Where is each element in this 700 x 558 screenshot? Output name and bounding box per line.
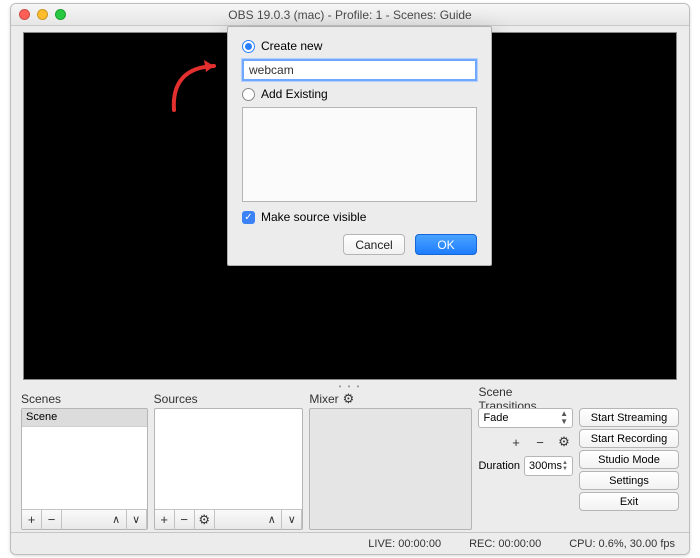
duration-input[interactable]: 300ms ▲▼ [524, 456, 573, 476]
transition-select[interactable]: Fade ▲▼ [478, 408, 573, 428]
source-up-button[interactable]: ∧ [262, 510, 282, 530]
docks: Scenes Scene + − ∧ ∨ Sources + − ⚙ [21, 390, 679, 530]
source-settings-button[interactable]: ⚙ [195, 510, 215, 530]
cancel-button[interactable]: Cancel [343, 234, 405, 255]
ok-button[interactable]: OK [415, 234, 477, 255]
window-title: OBS 19.0.3 (mac) - Profile: 1 - Scenes: … [228, 8, 471, 22]
transition-selected: Fade [483, 412, 508, 424]
mixer-label: Mixer ⚙ [309, 390, 472, 408]
sources-panel: Sources + − ⚙ ∧ ∨ [154, 390, 304, 530]
exit-button[interactable]: Exit [579, 492, 679, 511]
scenes-panel: Scenes Scene + − ∧ ∨ [21, 390, 148, 530]
sources-list[interactable]: + − ⚙ ∧ ∨ [154, 408, 304, 530]
add-transition-button[interactable]: + [507, 434, 525, 450]
add-scene-button[interactable]: + [22, 510, 42, 530]
scene-item[interactable]: Scene [22, 409, 147, 427]
titlebar: OBS 19.0.3 (mac) - Profile: 1 - Scenes: … [11, 4, 689, 26]
scenes-list[interactable]: Scene + − ∧ ∨ [21, 408, 148, 530]
radio-off-icon[interactable] [242, 88, 255, 101]
select-stepper-icon: ▲▼ [560, 410, 568, 426]
mixer-gear-icon[interactable]: ⚙ [343, 391, 355, 407]
create-new-label: Create new [261, 39, 322, 53]
zoom-icon[interactable] [55, 9, 66, 20]
app-window: OBS 19.0.3 (mac) - Profile: 1 - Scenes: … [10, 3, 690, 555]
statusbar: LIVE: 00:00:00 REC: 00:00:00 CPU: 0.6%, … [11, 532, 689, 554]
existing-sources-list[interactable] [242, 107, 477, 202]
transitions-panel: Scene Transitions Fade ▲▼ + − ⚙ Duration [478, 390, 573, 530]
close-icon[interactable] [19, 9, 30, 20]
scene-up-button[interactable]: ∧ [107, 510, 127, 530]
scenes-toolbar: + − ∧ ∨ [22, 509, 147, 529]
duration-stepper-icon[interactable]: ▲▼ [562, 460, 568, 472]
controls-panel: Start Streaming Start Recording Studio M… [579, 390, 679, 530]
remove-scene-button[interactable]: − [42, 510, 62, 530]
create-new-option[interactable]: Create new [242, 39, 477, 53]
mixer-panel: Mixer ⚙ [309, 390, 472, 530]
checkbox-on-icon[interactable]: ✓ [242, 211, 255, 224]
source-down-button[interactable]: ∨ [282, 510, 302, 530]
radio-on-icon[interactable] [242, 40, 255, 53]
make-visible-option[interactable]: ✓ Make source visible [242, 210, 477, 224]
mixer-box [309, 408, 472, 530]
scenes-label: Scenes [21, 390, 148, 408]
duration-value: 300ms [529, 460, 562, 472]
source-name-input[interactable] [242, 59, 477, 81]
duration-label: Duration [478, 460, 520, 472]
scene-down-button[interactable]: ∨ [127, 510, 147, 530]
status-live: LIVE: 00:00:00 [354, 538, 455, 550]
transitions-label: Scene Transitions [478, 390, 573, 408]
remove-transition-button[interactable]: − [531, 434, 549, 450]
sources-toolbar: + − ⚙ ∧ ∨ [155, 509, 303, 529]
remove-source-button[interactable]: − [175, 510, 195, 530]
add-existing-label: Add Existing [261, 87, 328, 101]
status-rec: REC: 00:00:00 [455, 538, 555, 550]
transition-settings-button[interactable]: ⚙ [555, 434, 573, 450]
add-source-dialog: Create new Add Existing ✓ Make source vi… [227, 26, 492, 266]
settings-button[interactable]: Settings [579, 471, 679, 490]
start-recording-button[interactable]: Start Recording [579, 429, 679, 448]
start-streaming-button[interactable]: Start Streaming [579, 408, 679, 427]
add-existing-option[interactable]: Add Existing [242, 87, 477, 101]
sources-label: Sources [154, 390, 304, 408]
make-visible-label: Make source visible [261, 210, 366, 224]
status-cpu: CPU: 0.6%, 30.00 fps [555, 538, 689, 550]
minimize-icon[interactable] [37, 9, 48, 20]
studio-mode-button[interactable]: Studio Mode [579, 450, 679, 469]
mixer-label-text: Mixer [309, 392, 338, 406]
traffic-lights [19, 9, 66, 20]
add-source-button[interactable]: + [155, 510, 175, 530]
